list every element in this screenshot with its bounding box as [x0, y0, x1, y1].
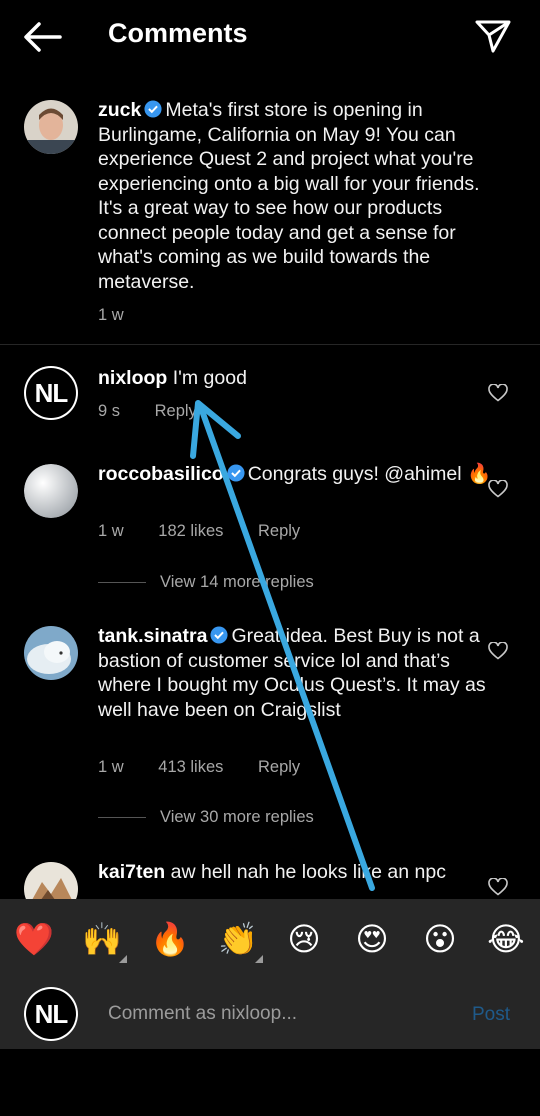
heart-icon[interactable] [488, 878, 508, 896]
caption-divider [0, 344, 540, 345]
comment-body: Congrats guys! @ahimel 🔥 [247, 463, 492, 485]
view-more-label: View 30 more replies [160, 808, 314, 826]
comment-text: tank.sinatra Great idea. Best Buy is not … [98, 624, 493, 722]
direct-send-icon[interactable] [474, 18, 512, 54]
emoji-laughing-button[interactable]: 😂 [486, 919, 526, 959]
emoji-bar: ❤️ 🙌 🔥 👏 😢 😍 😮 😂 [0, 899, 540, 979]
verified-badge-icon [144, 100, 162, 118]
emoji-crying-button[interactable]: 😢 [284, 919, 324, 959]
heart-icon[interactable] [488, 642, 508, 660]
emoji-surprised-button[interactable]: 😮 [420, 919, 460, 959]
likes-count[interactable]: 182 likes [158, 522, 223, 540]
back-arrow-icon[interactable] [22, 20, 62, 54]
emoji-heart-eyes-button[interactable]: 😍 [352, 919, 392, 959]
reply-button[interactable]: Reply [258, 522, 300, 540]
comment-timestamp: 1 w [98, 522, 124, 540]
post-timestamp: 1 w [98, 306, 124, 324]
page-title: Comments [108, 18, 248, 48]
skin-tone-indicator-icon [255, 955, 263, 963]
comment-username[interactable]: kai7ten [98, 861, 165, 883]
heart-icon[interactable] [488, 480, 508, 498]
reply-button[interactable]: Reply [155, 402, 197, 420]
emoji-fire-button[interactable]: 🔥 [150, 919, 190, 959]
avatar-initials: NL [26, 368, 76, 418]
top-bar: Comments [0, 0, 540, 72]
comment-username[interactable]: tank.sinatra [98, 625, 207, 647]
post-caption-text: Meta's first store is opening in Burling… [98, 99, 480, 293]
post-username[interactable]: zuck [98, 99, 141, 121]
comment-text: nixloop I'm good [98, 366, 493, 391]
reply-button[interactable]: Reply [258, 758, 300, 776]
emoji-raising-hands-button[interactable]: 🙌 [82, 919, 122, 959]
avatar-initials: NL [26, 989, 76, 1039]
post-button[interactable]: Post [472, 1004, 510, 1026]
view-more-replies[interactable]: View 30 more replies [98, 808, 314, 827]
view-more-replies[interactable]: View 14 more replies [98, 573, 314, 592]
avatar[interactable] [24, 464, 78, 518]
comment-text: kai7ten aw hell nah he looks like an npc [98, 860, 493, 885]
post-meta: 1 w [98, 306, 154, 325]
view-more-label: View 14 more replies [160, 573, 314, 591]
comment-username[interactable]: roccobasilico [98, 463, 224, 485]
likes-count[interactable]: 413 likes [158, 758, 223, 776]
verified-badge-icon [227, 464, 245, 482]
comment-body: I'm good [172, 367, 247, 389]
comment-body: aw hell nah he looks like an npc [170, 861, 446, 883]
comment-meta: 9 s Reply [98, 402, 227, 421]
comment-meta: 1 w 182 likes Reply [98, 522, 330, 541]
comment-composer: NL Post [0, 979, 540, 1049]
heart-icon[interactable] [488, 384, 508, 402]
comment-text: roccobasilico Congrats guys! @ahimel 🔥 [98, 462, 493, 487]
replies-divider-line [98, 817, 146, 819]
replies-divider-line [98, 582, 146, 584]
composer-avatar: NL [24, 987, 78, 1041]
post-author-avatar[interactable] [24, 100, 78, 154]
comment-input[interactable] [108, 999, 438, 1029]
comment-timestamp: 1 w [98, 758, 124, 776]
comment-timestamp: 9 s [98, 402, 121, 420]
avatar[interactable] [24, 626, 78, 680]
post-caption: zuck Meta's first store is opening in Bur… [98, 98, 493, 294]
verified-badge-icon [210, 626, 229, 644]
comment-meta: 1 w 413 likes Reply [98, 758, 330, 777]
avatar[interactable]: NL [24, 366, 78, 420]
skin-tone-indicator-icon [119, 955, 127, 963]
comment-username[interactable]: nixloop [98, 367, 167, 389]
emoji-heart-button[interactable]: ❤️ [14, 919, 54, 959]
emoji-clapping-button[interactable]: 👏 [218, 919, 258, 959]
